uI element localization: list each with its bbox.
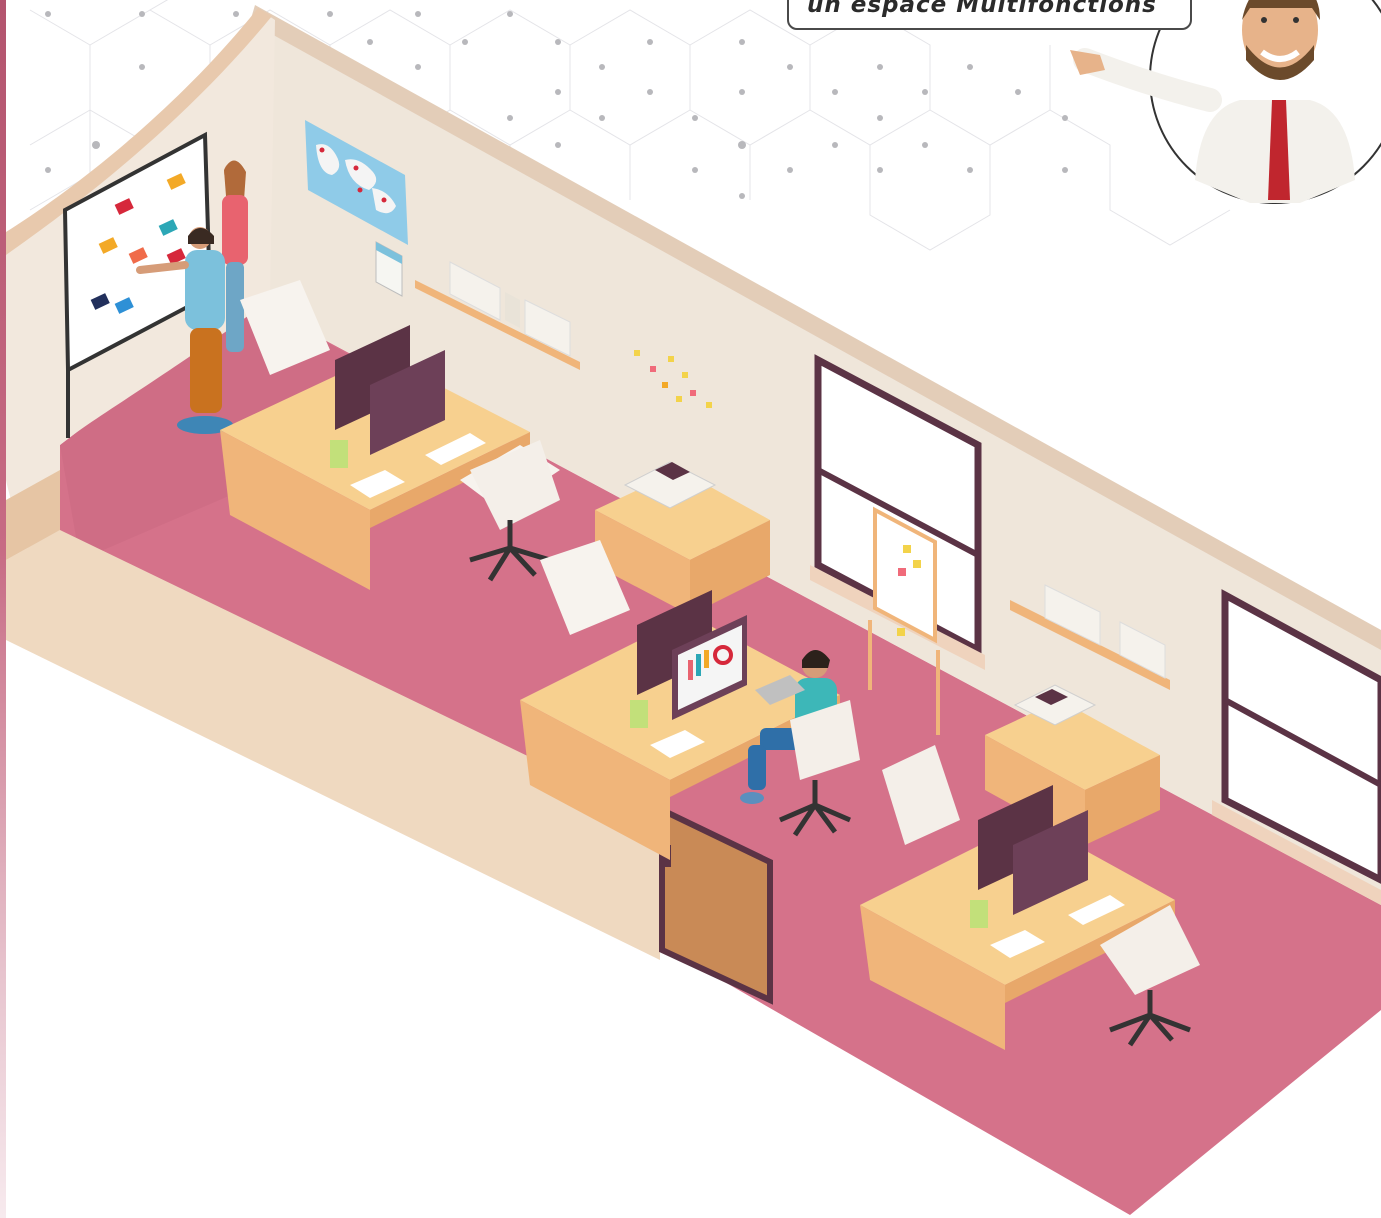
presenter-avatar — [1070, 0, 1381, 204]
isometric-office-scene — [6, 0, 1381, 1215]
speech-bubble-text: un espace Multifonctions — [807, 0, 1157, 18]
speech-bubble: un espace Multifonctions — [787, 0, 1192, 30]
office-illustration-page: un espace Multifonctions — [0, 0, 1381, 1218]
